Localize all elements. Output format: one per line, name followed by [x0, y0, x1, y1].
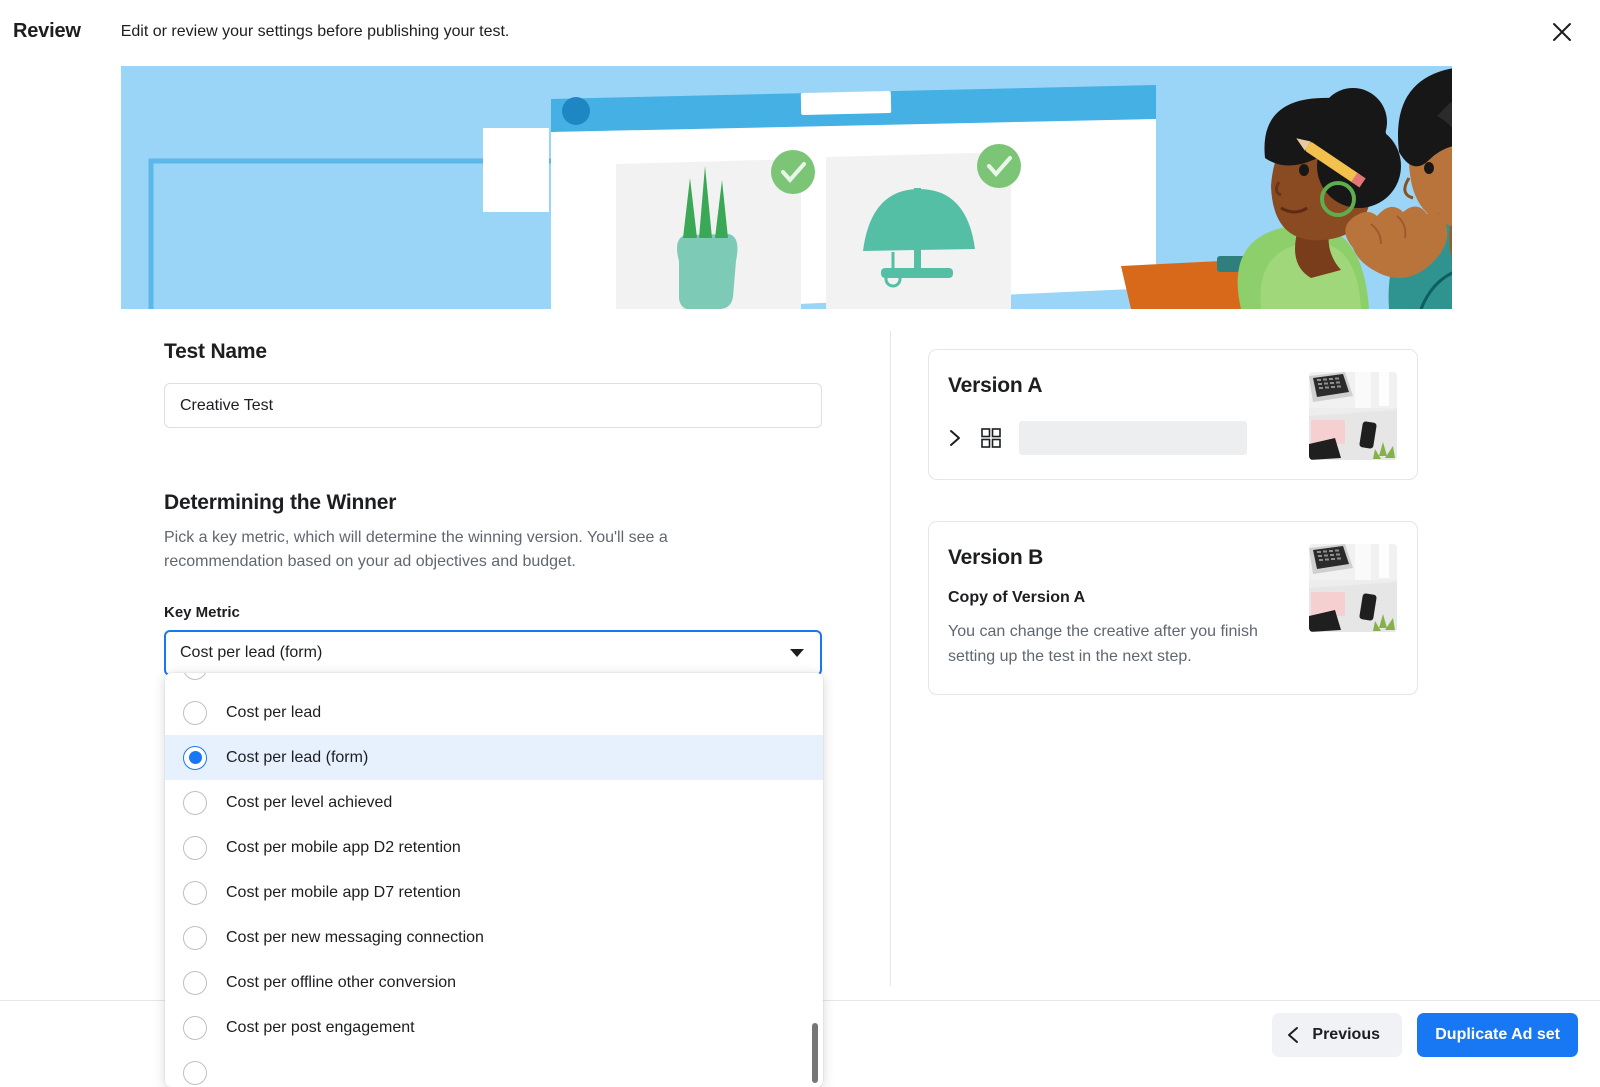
- dropdown-option[interactable]: Cost per new messaging connection: [165, 915, 823, 960]
- dropdown-option-label: Cost per level achieved: [226, 793, 393, 811]
- dropdown-option[interactable]: Cost per lead: [165, 690, 823, 735]
- review-dialog: Review Edit or review your settings befo…: [0, 0, 1600, 1087]
- radio-icon: [183, 880, 207, 905]
- radio-icon: [183, 835, 207, 860]
- dropdown-option-label: Cost per new messaging connection: [226, 928, 484, 946]
- dropdown-option-label: Cost per mobile app D7 retention: [226, 883, 461, 901]
- key-metric-selected-value: Cost per lead (form): [180, 643, 323, 661]
- test-name-value: Creative Test: [180, 396, 274, 414]
- radio-icon: [183, 673, 207, 680]
- settings-column: Test Name Creative Test Determining the …: [164, 340, 824, 676]
- version-b-card[interactable]: Version B Copy of Version A You can chan…: [928, 521, 1418, 695]
- key-metric-option-list[interactable]: Cost per lead Cost per lead (form) Cost pe…: [165, 673, 823, 1087]
- version-a-redacted-name: [1019, 421, 1247, 455]
- grid-icon: [981, 428, 1001, 448]
- chevron-right-icon[interactable]: [948, 428, 966, 448]
- version-b-thumbnail: [1309, 544, 1397, 632]
- hero-artwork: [121, 66, 1452, 309]
- desk-photo-icon: [1309, 372, 1397, 460]
- hero-illustration: [121, 66, 1452, 309]
- radio-icon: [183, 1015, 207, 1040]
- dropdown-option-label: Cost per post engagement: [226, 1018, 415, 1036]
- dropdown-option-label: Cost per lead: [226, 703, 322, 721]
- radio-selected-icon: [183, 745, 207, 770]
- dropdown-option-label: Cost per offline other conversion: [226, 973, 457, 991]
- duplicate-ad-set-button[interactable]: Duplicate Ad set: [1417, 1013, 1578, 1057]
- previous-button-label: Previous: [1312, 1026, 1380, 1043]
- radio-icon: [183, 700, 207, 725]
- dropdown-option-partial-top[interactable]: [165, 673, 823, 690]
- version-a-card[interactable]: Version A: [928, 349, 1418, 480]
- page-subtitle: Edit or review your settings before publ…: [120, 22, 510, 40]
- desk-photo-icon: [1309, 544, 1397, 632]
- chevron-down-icon: [790, 648, 804, 657]
- version-b-body: You can change the creative after you fi…: [948, 623, 1258, 665]
- dropdown-option[interactable]: Cost per offline other conversion: [165, 960, 823, 1005]
- dropdown-option-label: Cost per lead (form): [226, 748, 369, 766]
- determining-winner-section: Determining the Winner Pick a key metric…: [164, 491, 824, 676]
- version-a-thumbnail: [1309, 372, 1397, 460]
- dropdown-option[interactable]: Cost per mobile app D7 retention: [165, 870, 823, 915]
- radio-icon: [183, 925, 207, 950]
- key-metric-select[interactable]: Cost per lead (form): [164, 629, 822, 676]
- dropdown-option[interactable]: Cost per lead (form): [165, 735, 823, 780]
- dialog-header: Review Edit or review your settings befo…: [0, 0, 1600, 63]
- test-name-section: Test Name Creative Test: [164, 340, 824, 428]
- dropdown-option-label: Cost per mobile app D2 retention: [226, 838, 461, 856]
- radio-icon: [183, 1060, 207, 1085]
- column-divider: [890, 331, 891, 986]
- dropdown-option-partial-bottom[interactable]: [165, 1050, 823, 1087]
- previous-button[interactable]: Previous: [1272, 1013, 1402, 1057]
- dropdown-option[interactable]: Cost per mobile app D2 retention: [165, 825, 823, 870]
- test-name-input[interactable]: Creative Test: [164, 383, 822, 428]
- duplicate-ad-set-label: Duplicate Ad set: [1435, 1026, 1560, 1043]
- key-metric-label: Key Metric: [164, 603, 240, 621]
- dropdown-option[interactable]: Cost per level achieved: [165, 780, 823, 825]
- versions-column: Version A Version B Copy of Version A Yo…: [928, 349, 1418, 695]
- dropdown-option[interactable]: Cost per post engagement: [165, 1005, 823, 1050]
- close-button[interactable]: [1546, 16, 1578, 48]
- chevron-left-icon: [1286, 1025, 1300, 1045]
- page-title: Review: [13, 20, 81, 42]
- dropdown-scrollbar[interactable]: [812, 1023, 818, 1083]
- winner-description: Pick a key metric, which will determine …: [164, 529, 668, 571]
- winner-heading: Determining the Winner: [164, 491, 397, 514]
- test-name-heading: Test Name: [164, 340, 267, 363]
- key-metric-dropdown[interactable]: Cost per lead Cost per lead (form) Cost pe…: [165, 673, 823, 1087]
- radio-icon: [183, 970, 207, 995]
- radio-icon: [183, 790, 207, 815]
- close-icon: [1551, 21, 1573, 43]
